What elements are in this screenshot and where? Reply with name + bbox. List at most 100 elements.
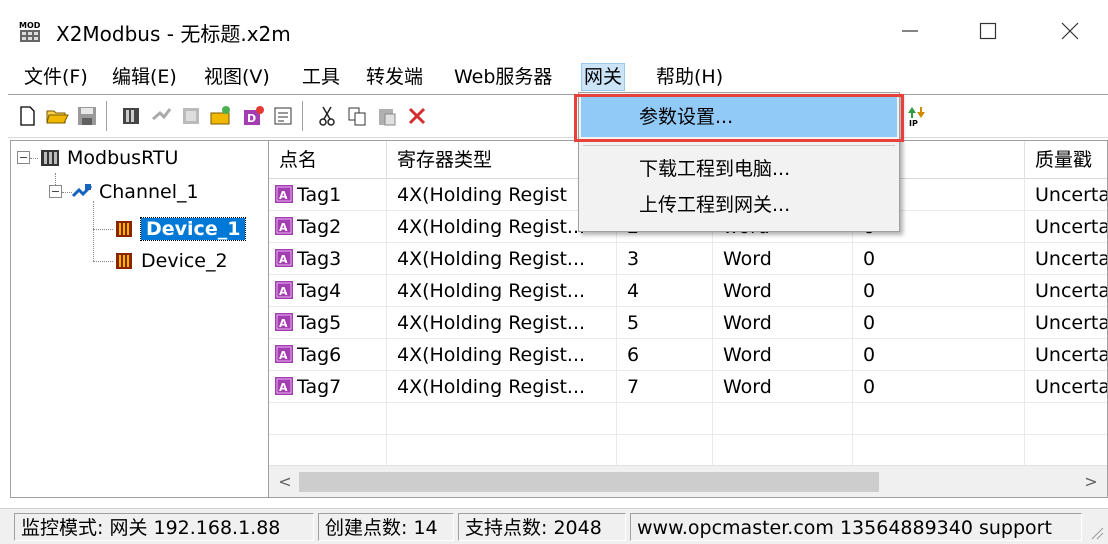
upload-ip-button[interactable]: IP (904, 103, 930, 129)
cell-address: 5 (617, 307, 713, 339)
new-project-button[interactable] (208, 103, 234, 129)
maximize-button[interactable] (958, 0, 1018, 62)
status-created-points: 创建点数: 14 (318, 513, 454, 541)
menu-item-upload-project[interactable]: 上传工程到网关... (581, 185, 897, 225)
channel-button[interactable] (118, 103, 144, 129)
new-project-icon (210, 106, 230, 125)
cell-address: 3 (617, 243, 713, 275)
tree-node-channel[interactable]: Channel_1 (71, 177, 199, 207)
status-supported-points: 支持点数: 2048 (458, 513, 626, 541)
save-button[interactable] (74, 103, 100, 129)
empty-cell (1025, 403, 1107, 435)
scroll-right-arrow[interactable]: > (1079, 470, 1103, 494)
menu-file[interactable]: 文件(F) (22, 64, 90, 90)
cell-value: 0 (853, 275, 1025, 307)
column-header-name[interactable]: 点名 (269, 141, 387, 179)
add-tag-icon: D (244, 106, 264, 125)
device-icon (116, 253, 132, 269)
table-row[interactable]: A Tag7 4X(Holding Regist... 7 Word 0 Uncerta (269, 371, 1107, 403)
empty-cell (853, 403, 1025, 435)
cut-button[interactable] (314, 103, 340, 129)
add-channel-button[interactable] (148, 103, 174, 129)
app-icon: MOD (19, 21, 41, 42)
cell-quality: Uncerta (1025, 211, 1107, 243)
cell-register-type: 4X(Holding Regist... (387, 339, 617, 371)
tree-node-device-2[interactable]: Device_2 (113, 246, 228, 276)
svg-text:A: A (279, 349, 288, 362)
table-row[interactable]: A Tag5 4X(Holding Regist... 5 Word 0 Uncerta (269, 307, 1107, 339)
menu-bar: 文件(F) 编辑(E) 视图(V) 工具 转发端 Web服务器 网关 帮助(H) (0, 62, 1108, 92)
cell-name: A Tag1 (269, 179, 387, 211)
tree-node-device-1[interactable]: Device_1 (113, 214, 247, 244)
menu-forward[interactable]: 转发端 (364, 64, 425, 90)
table-row[interactable]: A Tag6 4X(Holding Regist... 6 Word 0 Uncerta (269, 339, 1107, 371)
toolbar: D IP (8, 94, 1108, 138)
menu-web-server[interactable]: Web服务器 (452, 64, 554, 90)
delete-icon (408, 107, 426, 125)
empty-cell (1025, 435, 1107, 467)
cell-name: A Tag2 (269, 211, 387, 243)
tag-icon: A (275, 249, 293, 267)
cell-name: A Tag3 (269, 243, 387, 275)
menu-gateway[interactable]: 网关 (580, 63, 626, 91)
empty-cell (617, 435, 713, 467)
properties-icon (274, 107, 292, 125)
scroll-left-arrow[interactable]: < (273, 470, 297, 494)
new-file-button[interactable] (14, 103, 40, 129)
tag-name: Tag2 (297, 216, 342, 238)
menu-tools[interactable]: 工具 (300, 64, 342, 90)
cell-data-type: Word (713, 275, 853, 307)
svg-text:A: A (279, 285, 288, 298)
table-row[interactable]: A Tag3 4X(Holding Regist... 3 Word 0 Uncerta (269, 243, 1107, 275)
cell-data-type: Word (713, 339, 853, 371)
menu-help[interactable]: 帮助(H) (654, 64, 725, 90)
device-button[interactable] (178, 103, 204, 129)
cell-name: A Tag6 (269, 339, 387, 371)
tag-icon: A (275, 217, 293, 235)
cell-register-type: 4X(Holding Regist... (387, 371, 617, 403)
svg-text:A: A (279, 381, 288, 394)
highlight-annotation (574, 94, 904, 142)
tag-name: Tag1 (297, 184, 342, 206)
column-header-quality[interactable]: 质量戳 (1025, 141, 1107, 179)
properties-button[interactable] (270, 103, 296, 129)
tree-node-root[interactable]: ModbusRTU (39, 143, 178, 173)
tag-name: Tag3 (297, 248, 342, 270)
copy-button[interactable] (344, 103, 370, 129)
delete-button[interactable] (404, 103, 430, 129)
collapse-root-toggle[interactable]: − (17, 151, 30, 164)
menu-item-download-project[interactable]: 下载工程到电脑... (581, 149, 897, 189)
collapse-channel-toggle[interactable]: − (49, 185, 62, 198)
add-channel-icon (152, 108, 172, 121)
minimize-button[interactable] (880, 0, 940, 62)
window-title: X2Modbus - 无标题.x2m (56, 22, 291, 46)
cell-name: A Tag4 (269, 275, 387, 307)
device-icon (183, 108, 199, 124)
menu-view[interactable]: 视图(V) (202, 64, 272, 90)
scrollbar-thumb[interactable] (299, 472, 879, 492)
new-file-icon (20, 106, 35, 126)
status-bar: 监控模式: 网关 192.168.1.88 创建点数: 14 支持点数: 204… (0, 508, 1108, 544)
cell-quality: Uncerta (1025, 275, 1107, 307)
tag-icon: A (275, 345, 293, 363)
table-row[interactable]: A Tag4 4X(Holding Regist... 4 Word 0 Uncerta (269, 275, 1107, 307)
toolbar-separator (302, 101, 304, 131)
upload-ip-icon: IP (908, 107, 925, 127)
cell-register-type: 4X(Holding Regist... (387, 243, 617, 275)
resize-grip-icon[interactable] (1088, 524, 1104, 540)
cell-address: 6 (617, 339, 713, 371)
paste-button[interactable] (374, 103, 400, 129)
svg-text:A: A (279, 317, 288, 330)
add-tag-button[interactable]: D (240, 103, 266, 129)
tag-name: Tag4 (297, 280, 342, 302)
menu-edit[interactable]: 编辑(E) (110, 64, 179, 90)
svg-text:IP: IP (909, 119, 918, 127)
svg-text:A: A (279, 253, 288, 266)
toolbar-separator (106, 101, 108, 131)
title-bar: MOD X2Modbus - 无标题.x2m (0, 0, 1108, 62)
open-button[interactable] (44, 103, 70, 129)
horizontal-scrollbar[interactable]: < > (269, 465, 1107, 497)
close-button[interactable] (1040, 0, 1100, 62)
svg-text:A: A (279, 189, 288, 202)
minimize-icon (902, 30, 918, 32)
